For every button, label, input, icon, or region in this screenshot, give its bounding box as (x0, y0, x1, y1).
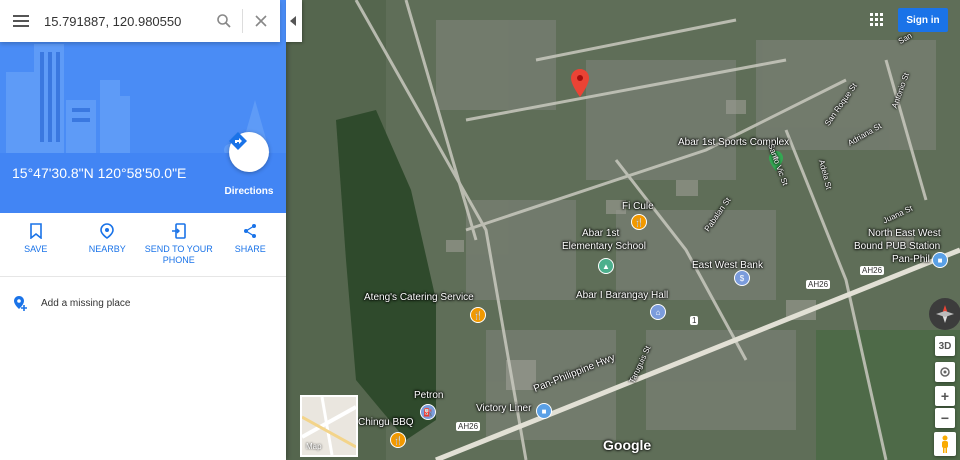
compass-icon[interactable] (929, 298, 960, 330)
zoom-in-button[interactable]: + (935, 386, 955, 406)
map-layer-toggle[interactable]: Map (300, 395, 358, 457)
route-shield: 1 (690, 316, 699, 325)
map-label[interactable]: Victory Liner (476, 403, 531, 414)
nearby-label: NEARBY (88, 244, 126, 254)
satellite-map[interactable]: 🍴 🍴 🍴 ⛽ $ ⌂ ▲ ■ ■ Abar 1st Sports Comple… (286, 0, 960, 460)
sign-in-button[interactable]: Sign in (898, 8, 948, 32)
map-label[interactable]: East West Bank (692, 260, 763, 271)
map-label: Pan-Phil (892, 254, 930, 265)
place-coordinates: 15°47'30.8"N 120°58'50.0"E (12, 165, 187, 181)
collapse-panel-button[interactable] (286, 0, 302, 42)
school-icon[interactable]: ▲ (598, 258, 614, 274)
government-icon[interactable]: ⌂ (650, 304, 666, 320)
add-missing-place[interactable]: Add a missing place (0, 288, 286, 318)
send-to-phone-label: SEND TO YOUR PHONE (144, 244, 213, 265)
nearby-button[interactable]: NEARBY (72, 213, 144, 276)
3d-toggle-button[interactable]: 3D (935, 336, 955, 356)
map-label[interactable]: Fi Cule (622, 201, 654, 212)
location-marker-icon[interactable] (571, 69, 589, 97)
directions-button[interactable] (229, 132, 269, 172)
route-shield: AH26 (860, 266, 885, 275)
map-label[interactable]: North East West (868, 228, 941, 239)
map-label[interactable]: Chingu BBQ (358, 417, 414, 428)
send-to-phone-button[interactable]: SEND TO YOUR PHONE (143, 213, 215, 276)
restaurant-icon[interactable]: 🍴 (631, 214, 647, 230)
share-button[interactable]: SHARE (215, 213, 287, 276)
directions-icon (229, 132, 247, 150)
my-location-icon[interactable] (935, 362, 955, 382)
menu-icon[interactable] (0, 0, 42, 42)
map-label[interactable]: Petron (414, 390, 443, 401)
search-input[interactable] (42, 12, 206, 30)
save-label: SAVE (24, 244, 48, 254)
save-button[interactable]: SAVE (0, 213, 72, 276)
map-label[interactable]: Ateng's Catering Service (364, 292, 474, 303)
add-missing-place-label: Add a missing place (41, 297, 131, 309)
map-label[interactable]: Abar 1st (582, 228, 619, 239)
restaurant-icon[interactable]: 🍴 (390, 432, 406, 448)
action-bar: SAVE NEARBY SEND TO YOUR PHONE SHARE (0, 213, 286, 277)
location-pin-icon (100, 223, 115, 239)
directions-label[interactable]: Directions (220, 186, 278, 197)
bookmark-icon (29, 223, 42, 239)
bank-icon[interactable]: $ (734, 270, 750, 286)
add-place-icon (14, 296, 27, 311)
route-shield: AH26 (806, 280, 831, 289)
share-label: SHARE (234, 244, 266, 254)
pegman-icon[interactable] (934, 432, 956, 456)
share-icon (244, 224, 257, 238)
map-layer-label: Map (306, 442, 322, 451)
apps-grid-icon[interactable] (870, 13, 884, 32)
close-icon[interactable] (243, 0, 279, 42)
map-label[interactable]: Abar I Barangay Hall (576, 290, 668, 301)
zoom-out-button[interactable]: − (935, 408, 955, 428)
bus-icon[interactable]: ■ (932, 252, 948, 268)
phone-send-icon (171, 223, 186, 239)
search-bar (0, 0, 280, 42)
google-logo: Google (603, 437, 652, 453)
map-label[interactable]: Bound PUB Station (854, 241, 940, 252)
restaurant-icon[interactable]: 🍴 (470, 307, 486, 323)
map-label[interactable]: Elementary School (562, 241, 646, 252)
bus-icon[interactable]: ■ (536, 403, 552, 419)
gas-station-icon[interactable]: ⛽ (420, 404, 436, 420)
map-imagery (286, 0, 960, 460)
search-icon[interactable] (206, 0, 242, 42)
side-panel: 15°47'30.8"N 120°58'50.0"E Directions SA… (0, 0, 286, 460)
route-shield: AH26 (456, 422, 481, 431)
